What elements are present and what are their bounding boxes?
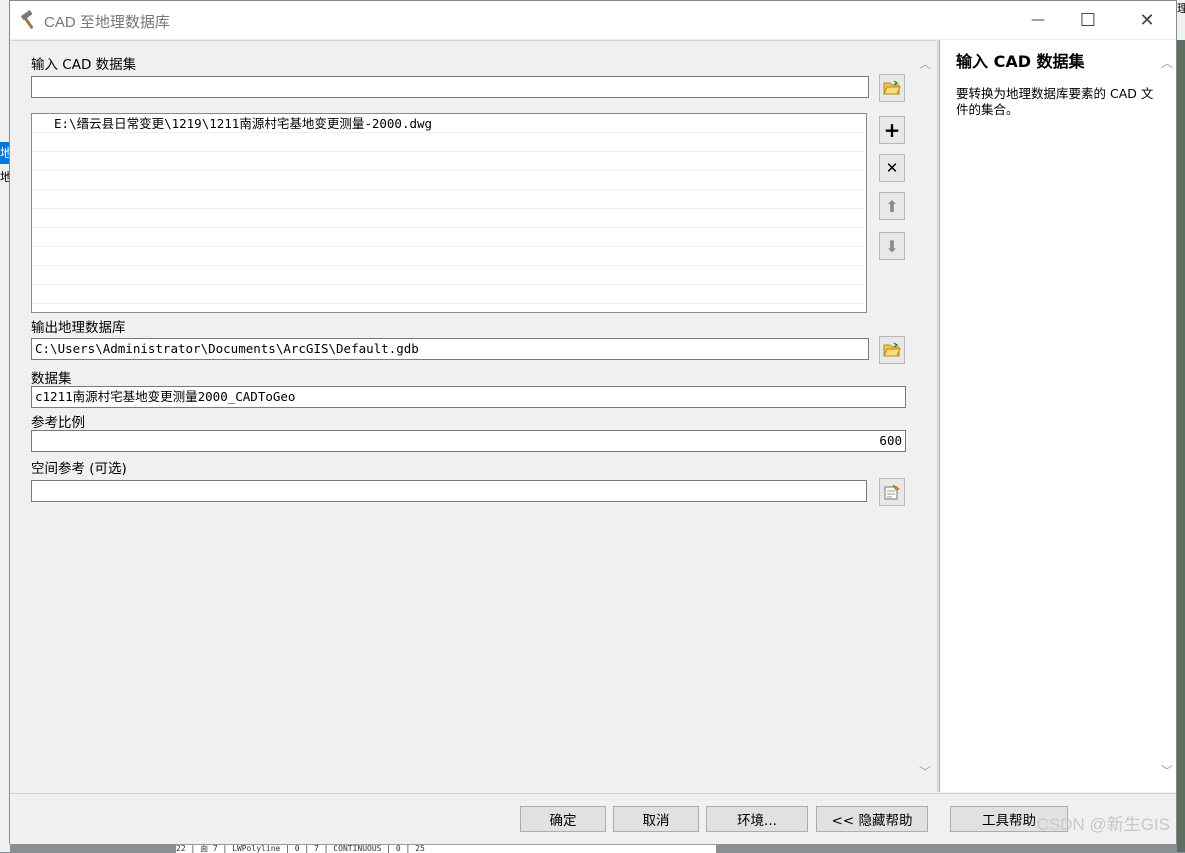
move-up-button[interactable]: ⬆ bbox=[879, 192, 905, 220]
remove-item-button[interactable]: ✕ bbox=[879, 154, 905, 182]
list-item[interactable] bbox=[32, 247, 864, 266]
title-bar[interactable]: CAD 至地理数据库 — ☐ ✕ bbox=[10, 1, 1176, 39]
output-gdb-label: 输出地理数据库 bbox=[31, 320, 126, 336]
minimize-button[interactable]: — bbox=[1015, 1, 1061, 39]
cad-to-geodatabase-dialog: CAD 至地理数据库 — ☐ ✕ 输入 CAD 数据集 E:\缙云县日常变更\1… bbox=[9, 0, 1177, 844]
cad-file-list[interactable]: E:\缙云县日常变更\1219\1211南源村宅基地变更测量-2000.dwg bbox=[31, 113, 867, 313]
dataset-label: 数据集 bbox=[31, 371, 72, 387]
close-button[interactable]: ✕ bbox=[1124, 1, 1170, 39]
input-cad-label: 输入 CAD 数据集 bbox=[31, 57, 137, 73]
window-title: CAD 至地理数据库 bbox=[44, 14, 170, 31]
dataset-field[interactable]: c1211南源村宅基地变更测量2000_CADToGeo bbox=[31, 386, 906, 408]
help-description: 要转换为地理数据库要素的 CAD 文件的集合。 bbox=[956, 86, 1154, 117]
open-folder-icon bbox=[883, 80, 901, 95]
ok-button[interactable]: 确定 bbox=[520, 806, 606, 832]
remove-icon: ✕ bbox=[885, 159, 899, 177]
hammer-icon bbox=[21, 10, 34, 29]
list-item[interactable] bbox=[32, 228, 864, 247]
chevron-down-icon: ﹀ bbox=[1160, 764, 1173, 778]
browse-cad-button[interactable] bbox=[879, 74, 905, 102]
help-title: 输入 CAD 数据集 bbox=[956, 52, 1085, 71]
move-down-button[interactable]: ⬇ bbox=[879, 232, 905, 260]
list-item[interactable] bbox=[32, 266, 864, 285]
list-item[interactable] bbox=[32, 209, 864, 228]
list-item[interactable] bbox=[32, 152, 864, 171]
list-item[interactable] bbox=[32, 285, 864, 304]
background-app-right: 理 bbox=[1177, 0, 1185, 852]
maximize-icon: ☐ bbox=[1079, 9, 1097, 31]
output-gdb-field[interactable]: C:\Users\Administrator\Documents\ArcGIS\… bbox=[31, 338, 869, 360]
background-text-right: 理 bbox=[1177, 0, 1185, 40]
chevron-up-icon: ︿ bbox=[1160, 56, 1173, 70]
scale-label: 参考比例 bbox=[31, 415, 85, 431]
minimize-icon: — bbox=[1031, 12, 1045, 28]
parameters-pane: 输入 CAD 数据集 E:\缙云县日常变更\1219\1211南源村宅基地变更测… bbox=[11, 40, 936, 793]
maximize-button[interactable]: ☐ bbox=[1065, 1, 1111, 39]
open-folder-icon bbox=[883, 342, 901, 357]
arrow-down-icon: ⬇ bbox=[885, 236, 899, 256]
list-item[interactable] bbox=[32, 133, 864, 152]
chevron-down-icon: ﹀ bbox=[918, 765, 931, 779]
input-cad-field[interactable] bbox=[31, 76, 869, 98]
spatial-ref-properties-button[interactable] bbox=[879, 478, 905, 506]
list-item[interactable]: E:\缙云县日常变更\1219\1211南源村宅基地变更测量-2000.dwg bbox=[32, 114, 864, 133]
button-bar: 确定 取消 环境... << 隐藏帮助 工具帮助 bbox=[10, 793, 1176, 844]
help-scrollbar[interactable]: ︿ ﹀ bbox=[1160, 54, 1174, 779]
add-item-button[interactable]: + bbox=[879, 116, 905, 144]
spatial-ref-field[interactable] bbox=[31, 480, 867, 502]
hide-help-button[interactable]: << 隐藏帮助 bbox=[816, 806, 928, 832]
spatial-ref-label: 空间参考 (可选) bbox=[31, 461, 127, 477]
cancel-button[interactable]: 取消 bbox=[613, 806, 699, 832]
list-item[interactable] bbox=[32, 190, 864, 209]
list-item[interactable] bbox=[32, 171, 864, 190]
close-icon: ✕ bbox=[1139, 9, 1155, 31]
watermark: CSDN @新生GIS bbox=[1036, 815, 1170, 834]
properties-icon bbox=[884, 484, 900, 500]
plus-icon: + bbox=[883, 118, 901, 142]
chevron-up-icon: ︿ bbox=[918, 57, 931, 71]
arrow-up-icon: ⬆ bbox=[885, 196, 899, 216]
browse-gdb-button[interactable] bbox=[879, 336, 905, 364]
help-pane: 输入 CAD 数据集 要转换为地理数据库要素的 CAD 文件的集合。 ︿ ﹀ bbox=[939, 40, 1176, 792]
environments-button[interactable]: 环境... bbox=[706, 806, 808, 832]
scale-field[interactable]: 600 bbox=[31, 430, 906, 452]
params-scrollbar[interactable]: ︿ ﹀ bbox=[918, 55, 932, 780]
